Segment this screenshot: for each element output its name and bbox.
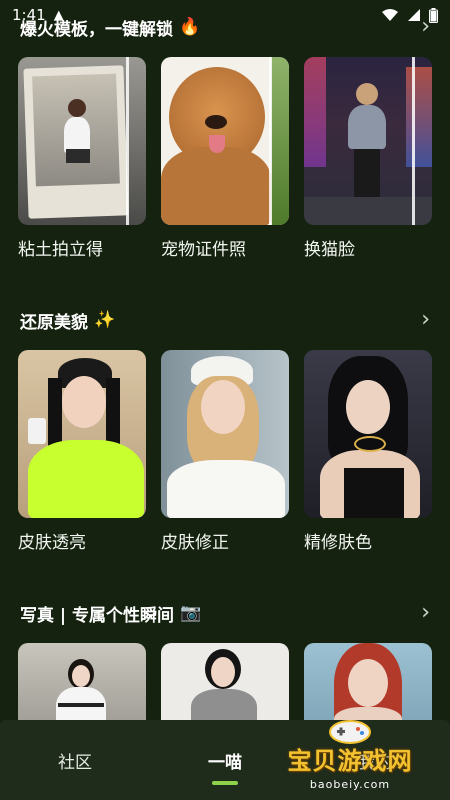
template-card-cat-face-swap[interactable]: 换猫脸 — [304, 57, 432, 260]
template-thumbnail[interactable] — [161, 350, 289, 518]
section-header-restore-beauty[interactable]: 还原美貌 ✨ › — [0, 305, 450, 335]
template-thumbnail[interactable] — [304, 57, 432, 225]
template-card-clay-polaroid[interactable]: 粘土拍立得 — [18, 57, 146, 260]
template-label: 精修肤色 — [304, 533, 372, 553]
template-thumbnail[interactable] — [18, 350, 146, 518]
watermark-subtitle: baobeiy.com — [309, 777, 391, 791]
template-thumbnail[interactable] — [18, 57, 146, 225]
chevron-right-icon[interactable]: › — [421, 309, 430, 331]
card-row-hot-templates: 粘土拍立得 宠物证件照 换猫脸 — [18, 57, 432, 260]
section-header-portraits[interactable]: 写真 | 专属个性瞬间 📷 › — [0, 598, 450, 628]
section-title: 还原美貌 ✨ — [20, 310, 116, 333]
nav-item-community[interactable]: 社区 — [20, 748, 130, 773]
signal-icon — [408, 9, 420, 21]
template-label: 宠物证件照 — [161, 240, 246, 260]
status-bar: 1:41 ▲ — [0, 0, 450, 30]
sparkles-icon: ✨ — [94, 310, 116, 330]
watermark-title: 宝贝游戏网 — [287, 746, 413, 775]
card-row-restore-beauty: 皮肤透亮 皮肤修正 精修肤色 — [18, 350, 432, 553]
active-tab-indicator — [212, 780, 238, 785]
notification-icon: ▲ — [53, 7, 64, 23]
template-card-refined-skin-tone[interactable]: 精修肤色 — [304, 350, 432, 553]
chevron-right-icon[interactable]: › — [421, 602, 430, 624]
wifi-icon — [382, 9, 398, 21]
template-card-skin-brightening[interactable]: 皮肤透亮 — [18, 350, 146, 553]
nav-item-yimiao[interactable]: 一喵 — [170, 748, 280, 785]
watermark: 宝贝游戏网 baobeiy.com — [280, 717, 420, 792]
status-left: 1:41 ▲ — [12, 6, 64, 24]
template-thumbnail[interactable] — [304, 350, 432, 518]
template-card-pet-id-photo[interactable]: 宠物证件照 — [161, 57, 289, 260]
status-right — [381, 7, 438, 23]
template-label: 皮肤透亮 — [18, 533, 86, 553]
template-thumbnail[interactable] — [161, 57, 289, 225]
template-label: 粘土拍立得 — [18, 240, 103, 260]
status-time: 1:41 — [12, 6, 46, 24]
template-card-skin-correction[interactable]: 皮肤修正 — [161, 350, 289, 553]
section-title: 写真 | 专属个性瞬间 📷 — [20, 603, 202, 626]
template-label: 皮肤修正 — [161, 533, 229, 553]
camera-icon: 📷 — [180, 603, 202, 623]
battery-icon — [429, 7, 438, 23]
template-label: 换猫脸 — [304, 240, 355, 260]
